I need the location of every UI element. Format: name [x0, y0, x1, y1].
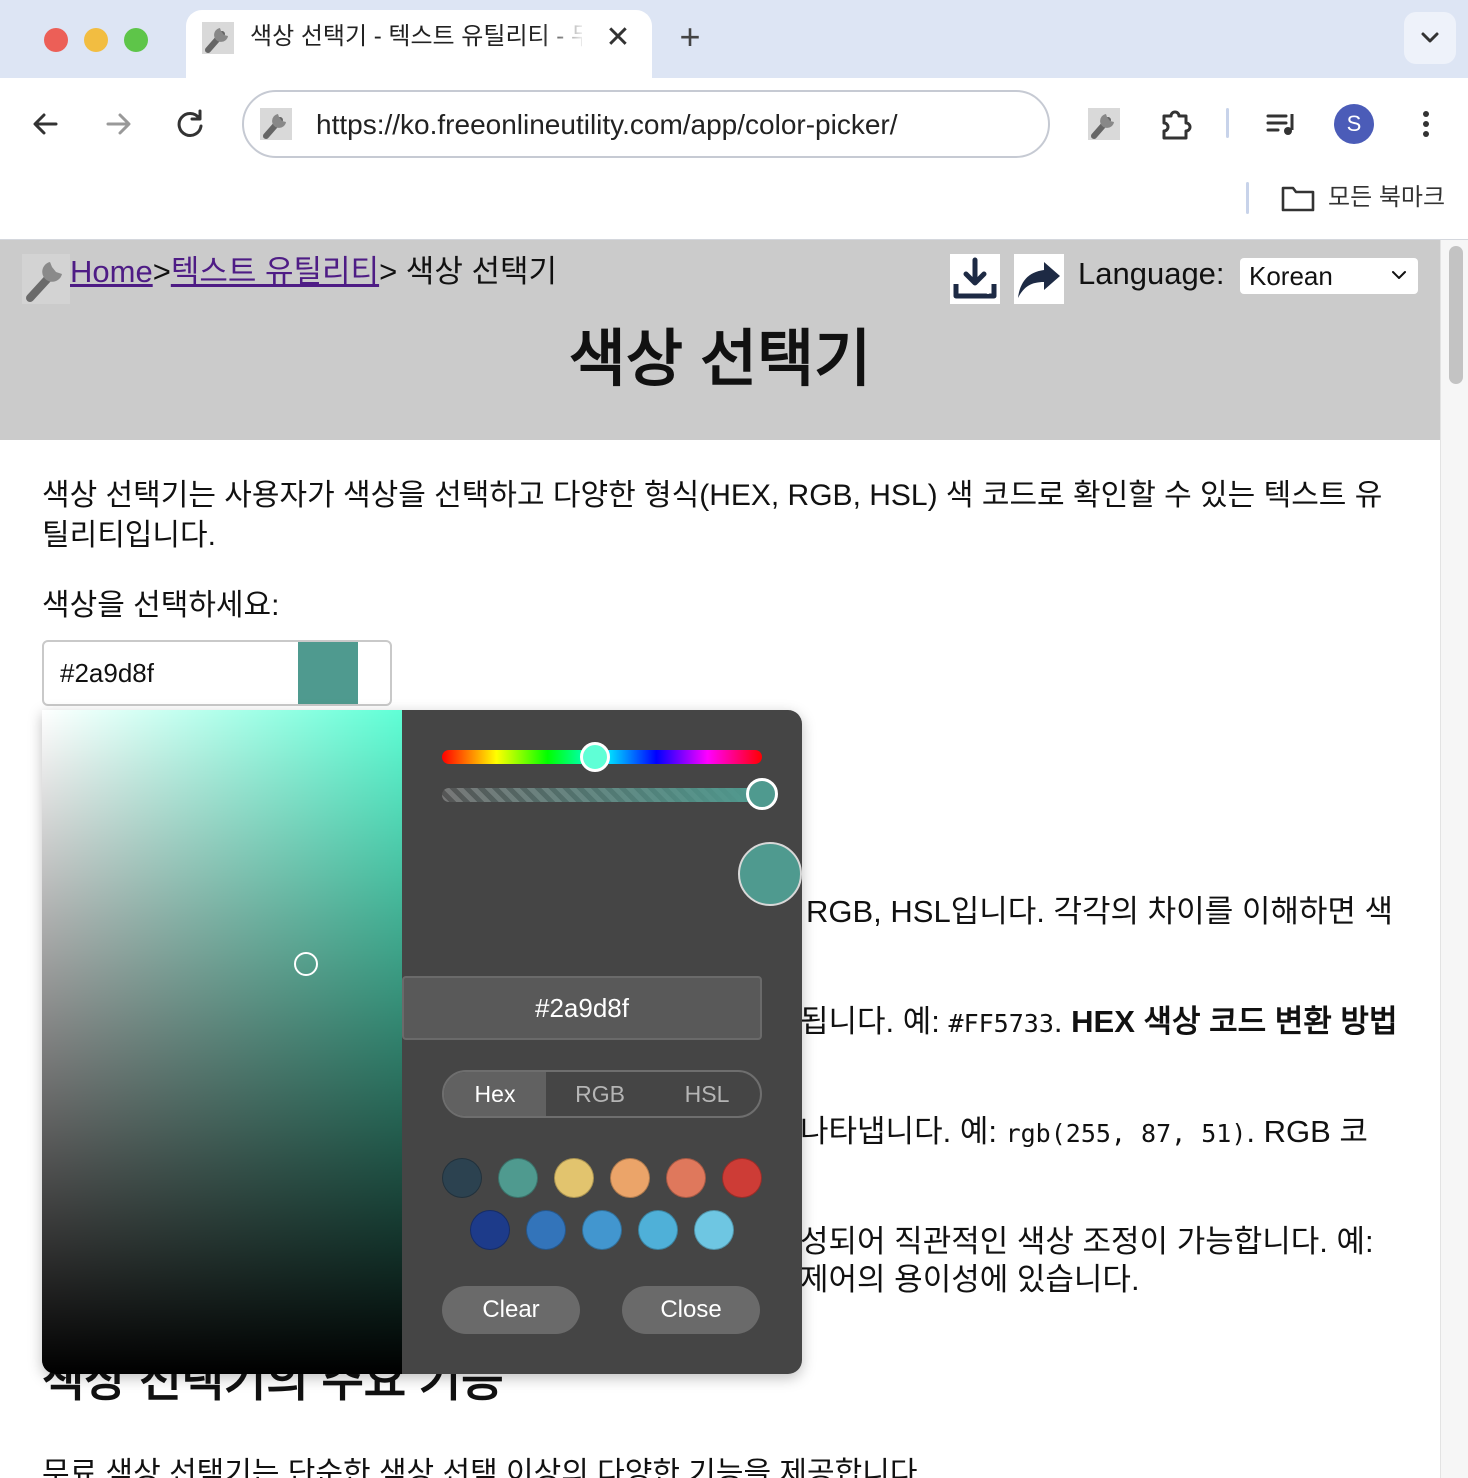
share-button[interactable]: [1014, 254, 1064, 304]
format-hex-button[interactable]: Hex: [444, 1072, 546, 1116]
window-maximize-button[interactable]: [124, 28, 148, 52]
close-button[interactable]: Close: [622, 1286, 760, 1334]
site-logo-icon[interactable]: [22, 254, 70, 304]
tab-strip: 색상 선택기 - 텍스트 유틸리티 - 무 ✕ +: [0, 0, 1468, 78]
media-controls-icon[interactable]: [1262, 104, 1302, 144]
color-swatch[interactable]: [442, 1158, 482, 1198]
wrench-icon: [202, 22, 234, 54]
tab-title-fade: [542, 22, 586, 52]
wrench-icon: [260, 108, 292, 140]
breadcrumb-separator: >: [379, 254, 398, 289]
color-swatch[interactable]: [694, 1210, 734, 1250]
language-label: Language:: [1078, 256, 1225, 291]
breadcrumb-category-link[interactable]: 텍스트 유틸리티: [171, 254, 379, 289]
reload-icon[interactable]: [170, 104, 210, 144]
body-text-line: 성되어 직관적인 색상 조정이 가능합니다. 예:: [800, 1224, 1374, 1259]
color-swatch-preview[interactable]: [298, 642, 358, 704]
address-bar[interactable]: https://ko.freeonlineutility.com/app/col…: [242, 90, 1050, 158]
pick-color-label: 색상을 선택하세요:: [42, 589, 280, 622]
clear-button[interactable]: Clear: [442, 1286, 580, 1334]
color-swatch[interactable]: [554, 1158, 594, 1198]
language-select-value: Korean: [1249, 261, 1333, 291]
saturation-value-marker[interactable]: [294, 952, 318, 976]
format-toggle: Hex RGB HSL: [442, 1070, 762, 1118]
window-close-button[interactable]: [44, 28, 68, 52]
tab-close-icon[interactable]: ✕: [602, 22, 634, 54]
page-title: 색상 선택기: [568, 325, 872, 394]
intro-paragraph: 색상 선택기는 사용자가 색상을 선택하고 다양한 형식(HEX, RGB, H…: [42, 479, 1383, 552]
breadcrumb: Home>텍스트 유틸리티> 색상 선택기: [70, 252, 557, 292]
breadcrumb-home-link[interactable]: Home: [70, 254, 153, 289]
download-icon: [953, 257, 997, 299]
folder-icon[interactable]: [1280, 182, 1316, 214]
forward-arrow-icon[interactable]: [98, 104, 138, 144]
profile-avatar[interactable]: S: [1334, 104, 1374, 144]
browser-tab-active[interactable]: 색상 선택기 - 텍스트 유틸리티 - 무 ✕: [186, 10, 652, 78]
breadcrumb-separator: >: [152, 254, 171, 289]
color-swatch[interactable]: [582, 1210, 622, 1250]
body-text-fragment: . RGB 코: [1246, 1114, 1368, 1149]
breadcrumb-current: 색상 선택기: [397, 254, 558, 289]
share-arrow-icon: [1018, 262, 1060, 298]
color-swatch[interactable]: [526, 1210, 566, 1250]
window-minimize-button[interactable]: [84, 28, 108, 52]
language-select[interactable]: Korean: [1240, 258, 1418, 294]
tab-search-button[interactable]: [1404, 12, 1456, 64]
body-text-line: RGB, HSL입니다. 각각의 차이를 이해하면 색: [806, 894, 1394, 929]
body-text-fragment: .: [1053, 1004, 1072, 1039]
inline-code: rgb(255, 87, 51): [1005, 1119, 1247, 1148]
color-swatch[interactable]: [610, 1158, 650, 1198]
opacity-slider[interactable]: [442, 788, 762, 802]
tab-title: 색상 선택기 - 텍스트 유틸리티 - 무: [250, 23, 582, 50]
color-swatch[interactable]: [638, 1210, 678, 1250]
color-swatch[interactable]: [470, 1210, 510, 1250]
section-paragraph: 무료 색상 선택기는 단순한 색상 선택 이상의 다양한 기능을 제공합니다.: [42, 1457, 926, 1478]
back-arrow-icon[interactable]: [26, 104, 66, 144]
color-swatch[interactable]: [498, 1158, 538, 1198]
extensions-puzzle-icon[interactable]: [1156, 104, 1196, 144]
extension-wrench-icon[interactable]: [1084, 104, 1124, 144]
chevron-down-icon: [1392, 271, 1406, 279]
chevron-down-icon: [1421, 32, 1439, 43]
hue-slider-thumb[interactable]: [580, 742, 610, 772]
color-picker-popup: #2a9d8f Hex RGB HSL Clear Close: [42, 710, 802, 1374]
all-bookmarks-label[interactable]: 모든 북마크: [1328, 182, 1445, 214]
new-tab-button[interactable]: +: [672, 19, 708, 56]
bookmarks-separator: [1246, 182, 1249, 214]
body-text-line: 제어의 용이성에 있습니다.: [800, 1262, 1140, 1297]
format-hsl-button[interactable]: HSL: [654, 1072, 760, 1116]
url-text[interactable]: https://ko.freeonlineutility.com/app/col…: [316, 108, 898, 142]
body-text-fragment: 됩니다. 예:: [800, 1004, 949, 1039]
saturation-value-area[interactable]: [42, 710, 402, 1374]
hex-value-input[interactable]: #2a9d8f: [402, 976, 762, 1040]
color-swatch[interactable]: [666, 1158, 706, 1198]
inline-code: #FF5733: [948, 1009, 1054, 1038]
more-vertical-icon[interactable]: [1406, 104, 1446, 144]
page-viewport: Home>텍스트 유틸리티> 색상 선택기 Language: Korean 색…: [0, 240, 1468, 1478]
opacity-gradient: [442, 788, 762, 802]
body-text-line: 나타냅니다. 예: rgb(255, 87, 51). RGB 코: [800, 1112, 1368, 1154]
color-swatch[interactable]: [722, 1158, 762, 1198]
bold-link-text: HEX 색상 코드 변환 방법: [1071, 1004, 1398, 1039]
format-rgb-button[interactable]: RGB: [546, 1072, 654, 1116]
opacity-slider-thumb[interactable]: [746, 778, 778, 810]
color-input-field[interactable]: #2a9d8f: [42, 640, 392, 706]
body-text-line: 됩니다. 예: #FF5733. HEX 색상 코드 변환 방법: [800, 1002, 1397, 1044]
page-header: Home>텍스트 유틸리티> 색상 선택기 Language: Korean 색…: [0, 240, 1440, 440]
toolbar-separator: [1226, 108, 1229, 138]
body-text-fragment: 나타냅니다. 예:: [800, 1114, 1006, 1149]
browser-toolbar: https://ko.freeonlineutility.com/app/col…: [0, 78, 1468, 240]
scrollbar-thumb[interactable]: [1449, 246, 1463, 384]
color-input-value: #2a9d8f: [60, 658, 154, 688]
page-scrollbar[interactable]: [1440, 240, 1468, 1478]
color-preview-circle: [738, 842, 802, 906]
download-button[interactable]: [950, 254, 1000, 304]
